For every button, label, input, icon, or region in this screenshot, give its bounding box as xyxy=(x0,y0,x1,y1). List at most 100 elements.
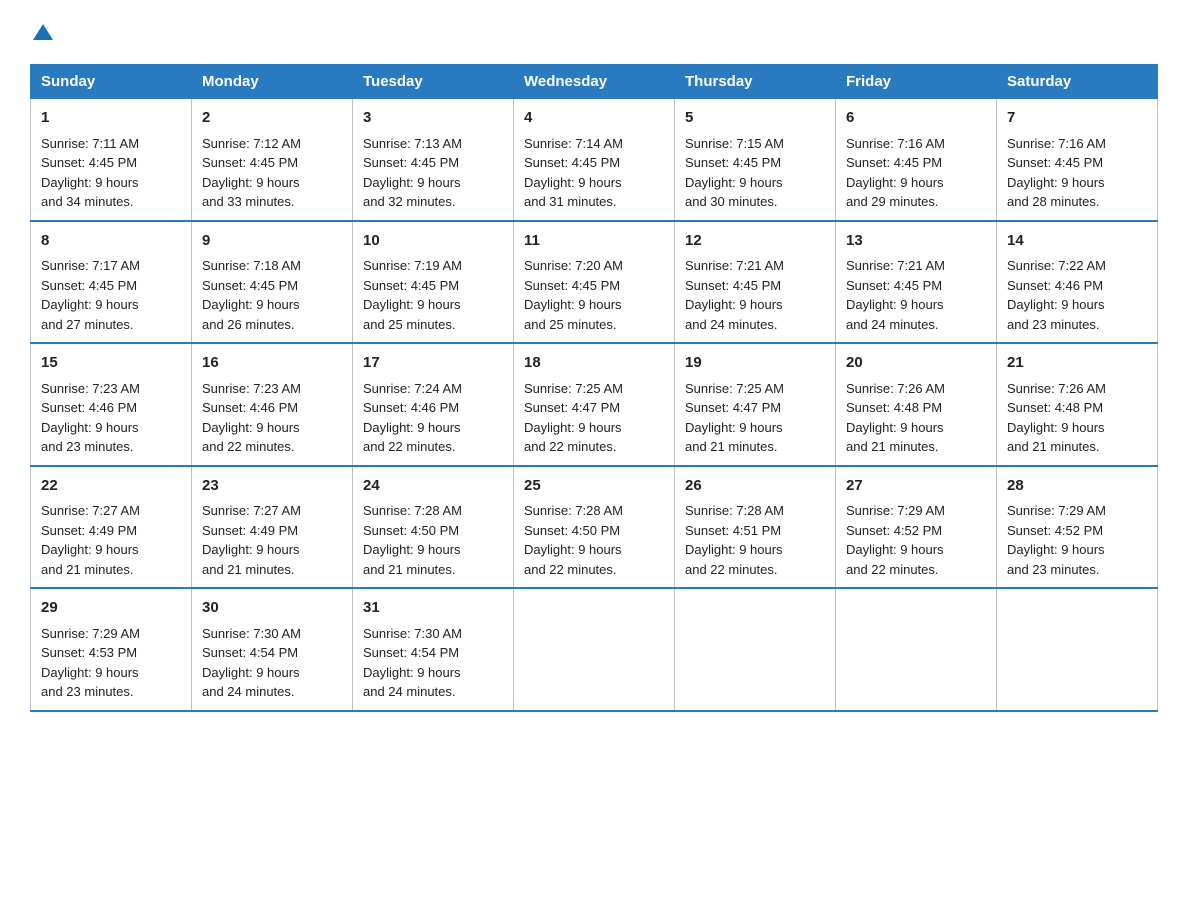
day-number: 14 xyxy=(1007,230,1147,253)
calendar-table: SundayMondayTuesdayWednesdayThursdayFrid… xyxy=(30,64,1158,712)
calendar-cell: 15 Sunrise: 7:23 AM Sunset: 4:46 PM Dayl… xyxy=(31,343,192,466)
daylight-minutes: and 24 minutes. xyxy=(202,684,295,699)
daylight-minutes: and 28 minutes. xyxy=(1007,194,1100,209)
daylight-minutes: and 22 minutes. xyxy=(524,562,617,577)
daylight-label: Daylight: 9 hours xyxy=(363,420,461,435)
sunrise-label: Sunrise: 7:30 AM xyxy=(363,626,462,641)
day-number: 15 xyxy=(41,352,181,375)
day-number: 9 xyxy=(202,230,342,253)
calendar-cell: 17 Sunrise: 7:24 AM Sunset: 4:46 PM Dayl… xyxy=(353,343,514,466)
calendar-cell: 3 Sunrise: 7:13 AM Sunset: 4:45 PM Dayli… xyxy=(353,99,514,221)
day-header-sunday: Sunday xyxy=(31,65,192,99)
daylight-label: Daylight: 9 hours xyxy=(202,542,300,557)
daylight-minutes: and 21 minutes. xyxy=(846,439,939,454)
sunset-label: Sunset: 4:45 PM xyxy=(363,278,459,293)
calendar-week-row: 22 Sunrise: 7:27 AM Sunset: 4:49 PM Dayl… xyxy=(31,466,1158,589)
sunset-label: Sunset: 4:45 PM xyxy=(41,155,137,170)
sunset-label: Sunset: 4:51 PM xyxy=(685,523,781,538)
day-header-friday: Friday xyxy=(836,65,997,99)
daylight-minutes: and 22 minutes. xyxy=(363,439,456,454)
day-number: 11 xyxy=(524,230,664,253)
sunset-label: Sunset: 4:45 PM xyxy=(524,278,620,293)
daylight-label: Daylight: 9 hours xyxy=(524,420,622,435)
daylight-label: Daylight: 9 hours xyxy=(685,175,783,190)
calendar-cell: 6 Sunrise: 7:16 AM Sunset: 4:45 PM Dayli… xyxy=(836,99,997,221)
daylight-label: Daylight: 9 hours xyxy=(1007,175,1105,190)
daylight-minutes: and 21 minutes. xyxy=(202,562,295,577)
calendar-week-row: 1 Sunrise: 7:11 AM Sunset: 4:45 PM Dayli… xyxy=(31,99,1158,221)
sunrise-label: Sunrise: 7:11 AM xyxy=(41,136,139,151)
daylight-minutes: and 23 minutes. xyxy=(41,439,134,454)
daylight-label: Daylight: 9 hours xyxy=(41,542,139,557)
day-number: 24 xyxy=(363,475,503,498)
daylight-label: Daylight: 9 hours xyxy=(524,175,622,190)
day-number: 18 xyxy=(524,352,664,375)
sunset-label: Sunset: 4:54 PM xyxy=(363,645,459,660)
sunrise-label: Sunrise: 7:29 AM xyxy=(1007,503,1106,518)
day-header-wednesday: Wednesday xyxy=(514,65,675,99)
day-number: 23 xyxy=(202,475,342,498)
day-header-tuesday: Tuesday xyxy=(353,65,514,99)
sunset-label: Sunset: 4:45 PM xyxy=(41,278,137,293)
day-number: 12 xyxy=(685,230,825,253)
daylight-label: Daylight: 9 hours xyxy=(363,542,461,557)
daylight-minutes: and 25 minutes. xyxy=(363,317,456,332)
calendar-cell xyxy=(514,588,675,711)
day-number: 7 xyxy=(1007,107,1147,130)
day-number: 27 xyxy=(846,475,986,498)
sunrise-label: Sunrise: 7:27 AM xyxy=(202,503,301,518)
daylight-minutes: and 31 minutes. xyxy=(524,194,617,209)
sunrise-label: Sunrise: 7:21 AM xyxy=(685,258,784,273)
calendar-cell: 23 Sunrise: 7:27 AM Sunset: 4:49 PM Dayl… xyxy=(192,466,353,589)
daylight-minutes: and 21 minutes. xyxy=(41,562,134,577)
sunrise-label: Sunrise: 7:24 AM xyxy=(363,381,462,396)
daylight-label: Daylight: 9 hours xyxy=(685,297,783,312)
sunrise-label: Sunrise: 7:17 AM xyxy=(41,258,140,273)
calendar-cell xyxy=(836,588,997,711)
sunrise-label: Sunrise: 7:29 AM xyxy=(846,503,945,518)
logo-triangle-icon xyxy=(32,22,54,44)
sunset-label: Sunset: 4:46 PM xyxy=(202,400,298,415)
page-header xyxy=(30,20,1158,44)
daylight-label: Daylight: 9 hours xyxy=(846,175,944,190)
calendar-cell: 21 Sunrise: 7:26 AM Sunset: 4:48 PM Dayl… xyxy=(997,343,1158,466)
daylight-label: Daylight: 9 hours xyxy=(685,542,783,557)
sunset-label: Sunset: 4:52 PM xyxy=(846,523,942,538)
calendar-cell: 29 Sunrise: 7:29 AM Sunset: 4:53 PM Dayl… xyxy=(31,588,192,711)
calendar-cell: 20 Sunrise: 7:26 AM Sunset: 4:48 PM Dayl… xyxy=(836,343,997,466)
sunset-label: Sunset: 4:46 PM xyxy=(41,400,137,415)
daylight-minutes: and 22 minutes. xyxy=(524,439,617,454)
day-number: 3 xyxy=(363,107,503,130)
calendar-cell: 19 Sunrise: 7:25 AM Sunset: 4:47 PM Dayl… xyxy=(675,343,836,466)
daylight-label: Daylight: 9 hours xyxy=(1007,297,1105,312)
days-header-row: SundayMondayTuesdayWednesdayThursdayFrid… xyxy=(31,65,1158,99)
daylight-minutes: and 25 minutes. xyxy=(524,317,617,332)
calendar-cell: 13 Sunrise: 7:21 AM Sunset: 4:45 PM Dayl… xyxy=(836,221,997,344)
daylight-label: Daylight: 9 hours xyxy=(41,297,139,312)
sunset-label: Sunset: 4:45 PM xyxy=(685,278,781,293)
day-number: 4 xyxy=(524,107,664,130)
calendar-cell: 16 Sunrise: 7:23 AM Sunset: 4:46 PM Dayl… xyxy=(192,343,353,466)
day-number: 17 xyxy=(363,352,503,375)
daylight-minutes: and 24 minutes. xyxy=(846,317,939,332)
calendar-cell: 1 Sunrise: 7:11 AM Sunset: 4:45 PM Dayli… xyxy=(31,99,192,221)
sunset-label: Sunset: 4:45 PM xyxy=(202,278,298,293)
daylight-minutes: and 24 minutes. xyxy=(363,684,456,699)
calendar-cell: 5 Sunrise: 7:15 AM Sunset: 4:45 PM Dayli… xyxy=(675,99,836,221)
daylight-label: Daylight: 9 hours xyxy=(202,665,300,680)
day-number: 20 xyxy=(846,352,986,375)
sunset-label: Sunset: 4:50 PM xyxy=(524,523,620,538)
daylight-label: Daylight: 9 hours xyxy=(41,665,139,680)
daylight-label: Daylight: 9 hours xyxy=(363,665,461,680)
sunrise-label: Sunrise: 7:16 AM xyxy=(1007,136,1106,151)
calendar-cell: 9 Sunrise: 7:18 AM Sunset: 4:45 PM Dayli… xyxy=(192,221,353,344)
sunrise-label: Sunrise: 7:19 AM xyxy=(363,258,462,273)
day-number: 29 xyxy=(41,597,181,620)
sunset-label: Sunset: 4:50 PM xyxy=(363,523,459,538)
daylight-minutes: and 33 minutes. xyxy=(202,194,295,209)
sunset-label: Sunset: 4:49 PM xyxy=(202,523,298,538)
logo xyxy=(30,20,54,44)
daylight-minutes: and 34 minutes. xyxy=(41,194,134,209)
daylight-label: Daylight: 9 hours xyxy=(524,297,622,312)
calendar-cell: 18 Sunrise: 7:25 AM Sunset: 4:47 PM Dayl… xyxy=(514,343,675,466)
